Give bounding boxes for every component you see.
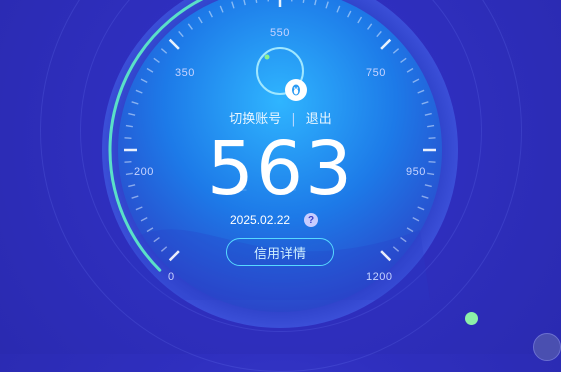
logout-link[interactable]: 退出 bbox=[306, 108, 332, 127]
help-icon[interactable]: ? bbox=[304, 213, 319, 227]
account-row: 切换账号 | 退出 bbox=[0, 108, 561, 127]
account-separator: | bbox=[291, 112, 296, 127]
switch-account-link[interactable]: 切换账号 bbox=[229, 108, 281, 127]
status-dot-icon bbox=[465, 312, 478, 325]
scale-label-750: 750 bbox=[366, 67, 386, 79]
score-date-row: 2025.02.22 ? bbox=[230, 213, 319, 227]
scale-label-550: 550 bbox=[270, 27, 290, 39]
credit-score: 563 bbox=[206, 126, 355, 212]
score-date: 2025.02.22 bbox=[230, 213, 291, 227]
scale-label-0: 0 bbox=[168, 271, 175, 283]
scale-label-350: 350 bbox=[175, 67, 195, 79]
corner-icon[interactable] bbox=[533, 333, 561, 361]
credit-detail-button[interactable]: 信用详情 bbox=[226, 238, 334, 266]
gauge-tick bbox=[267, 0, 270, 2]
penguin-icon bbox=[285, 79, 307, 101]
gauge-tick bbox=[290, 0, 293, 2]
scale-label-1200: 1200 bbox=[366, 271, 393, 283]
credit-score-reflection: 563 bbox=[0, 188, 561, 196]
